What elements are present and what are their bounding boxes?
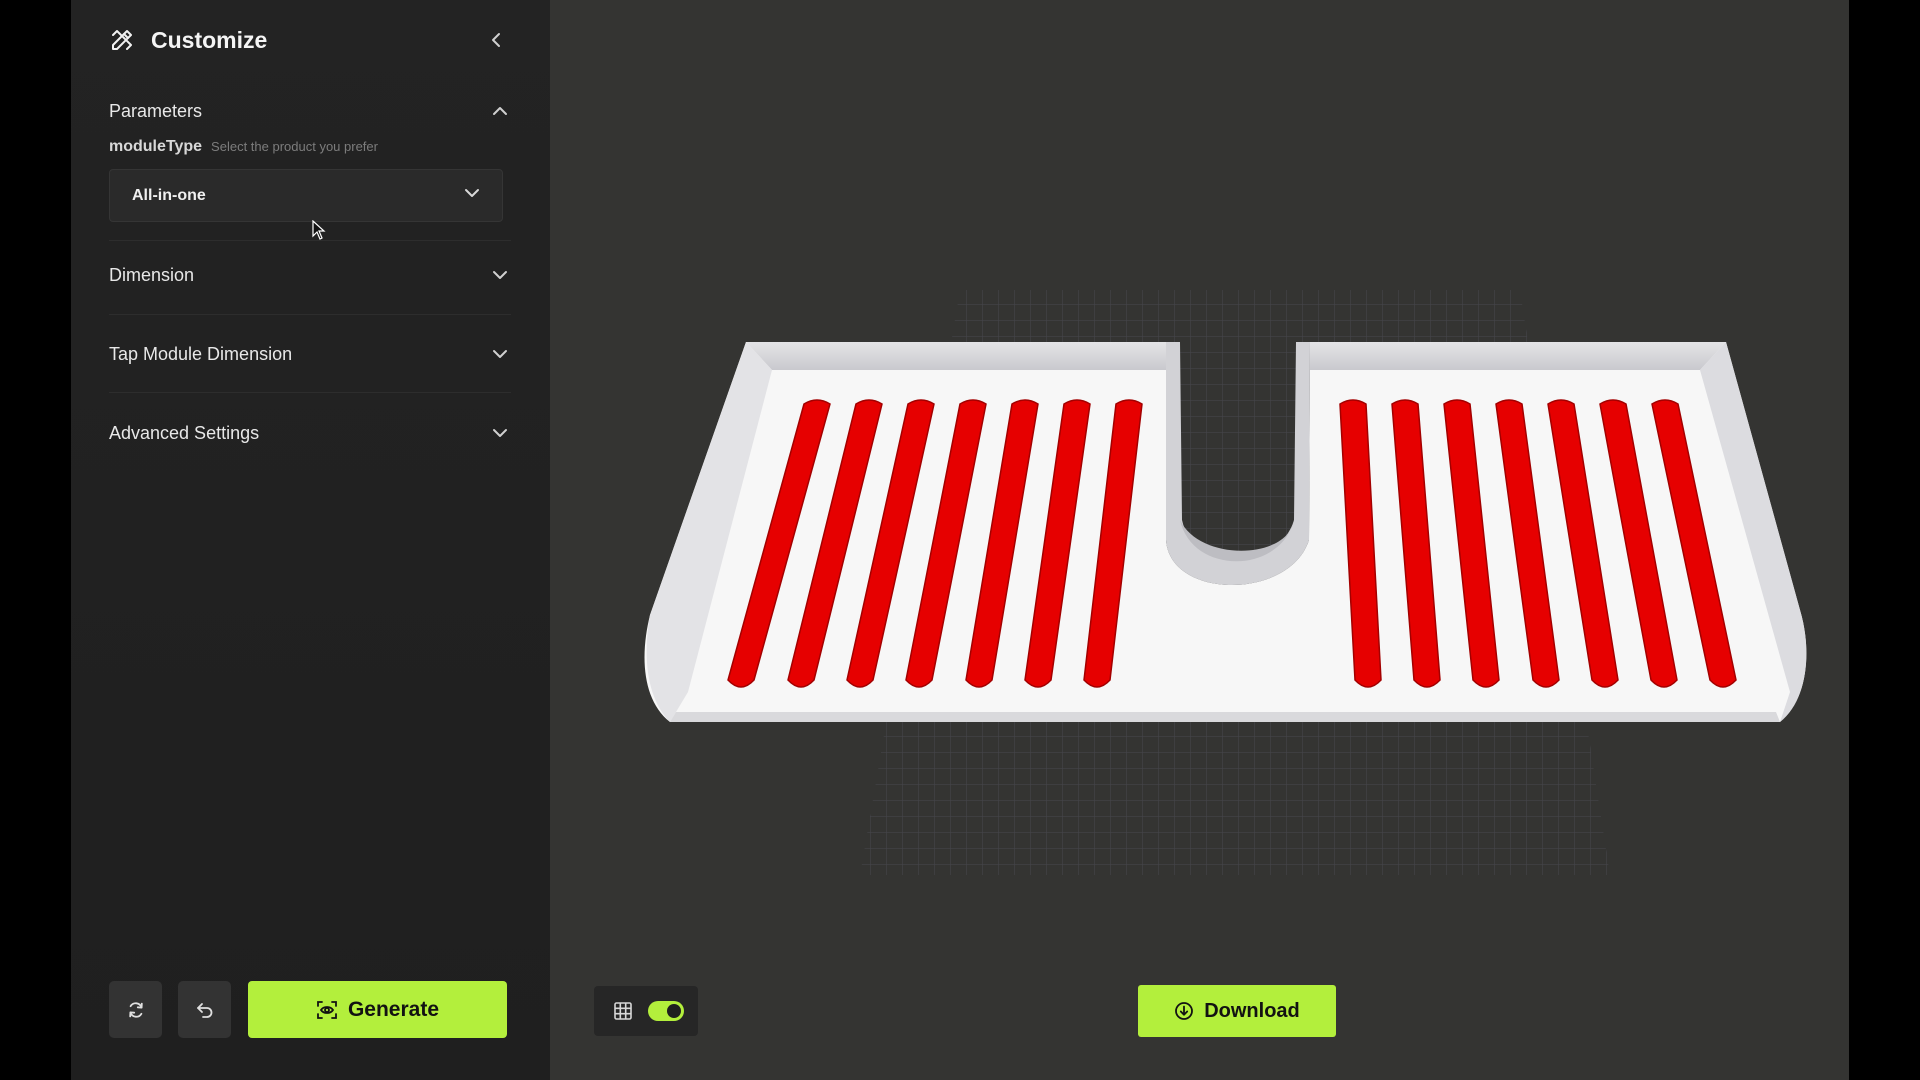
grid-icon[interactable] [612,1000,634,1022]
right-edge [1849,0,1920,1080]
module-type-label: moduleType Select the product you prefer [109,138,378,156]
generate-label: Generate [347,997,440,1021]
chevron-down-icon [464,185,480,206]
module-type-value: All-in-one [132,186,206,204]
dimension-section-label: Dimension [109,264,195,285]
module-type-select[interactable]: All-in-one [109,169,503,222]
chevron-down-icon [489,343,511,365]
chevron-down-icon [489,422,511,444]
advanced-section-label: Advanced Settings [109,422,260,443]
sidebar-title: Customize [151,26,268,53]
tap-module-section-label: Tap Module Dimension [109,343,293,364]
tap-module-section: Tap Module Dimension [109,339,511,369]
tap-module-section-toggle[interactable]: Tap Module Dimension [109,339,511,369]
parameters-section-toggle[interactable]: Parameters [109,96,511,126]
chevron-left-icon [492,33,500,47]
undo-button[interactable] [178,981,231,1038]
download-icon [1175,1002,1194,1020]
chevron-down-icon [489,264,511,286]
parameters-section: Parameters [109,96,511,126]
download-button[interactable]: Download [1138,985,1336,1037]
pencil-ruler-icon [109,27,135,53]
reset-button[interactable] [109,981,162,1038]
undo-icon [196,1002,212,1018]
generate-button[interactable]: Generate [248,981,507,1038]
refresh-icon [128,1001,143,1018]
model-preview-canvas[interactable] [550,0,1849,1080]
parameters-section-label: Parameters [109,100,203,121]
grid-visibility-switch[interactable] [648,1001,684,1021]
chevron-up-icon [489,100,511,122]
module-type-hint: Select the product you prefer [211,139,378,154]
divider [109,240,511,241]
sidebar-header: Customize [109,24,511,56]
collapse-sidebar-button[interactable] [483,26,511,54]
dimension-section-toggle[interactable]: Dimension [109,260,511,290]
divider [109,314,511,315]
module-type-name: moduleType [109,138,203,155]
customize-sidebar: Customize Parameters moduleType Select t… [71,0,550,1080]
generate-eye-icon [317,1000,337,1019]
divider [109,392,511,393]
mouse-cursor-icon [312,219,326,245]
advanced-section: Advanced Settings [109,418,511,448]
switch-knob [667,1004,681,1018]
download-label: Download [1204,999,1300,1022]
dimension-section: Dimension [109,260,511,290]
grid-toggle-control [594,986,698,1036]
advanced-section-toggle[interactable]: Advanced Settings [109,418,511,448]
